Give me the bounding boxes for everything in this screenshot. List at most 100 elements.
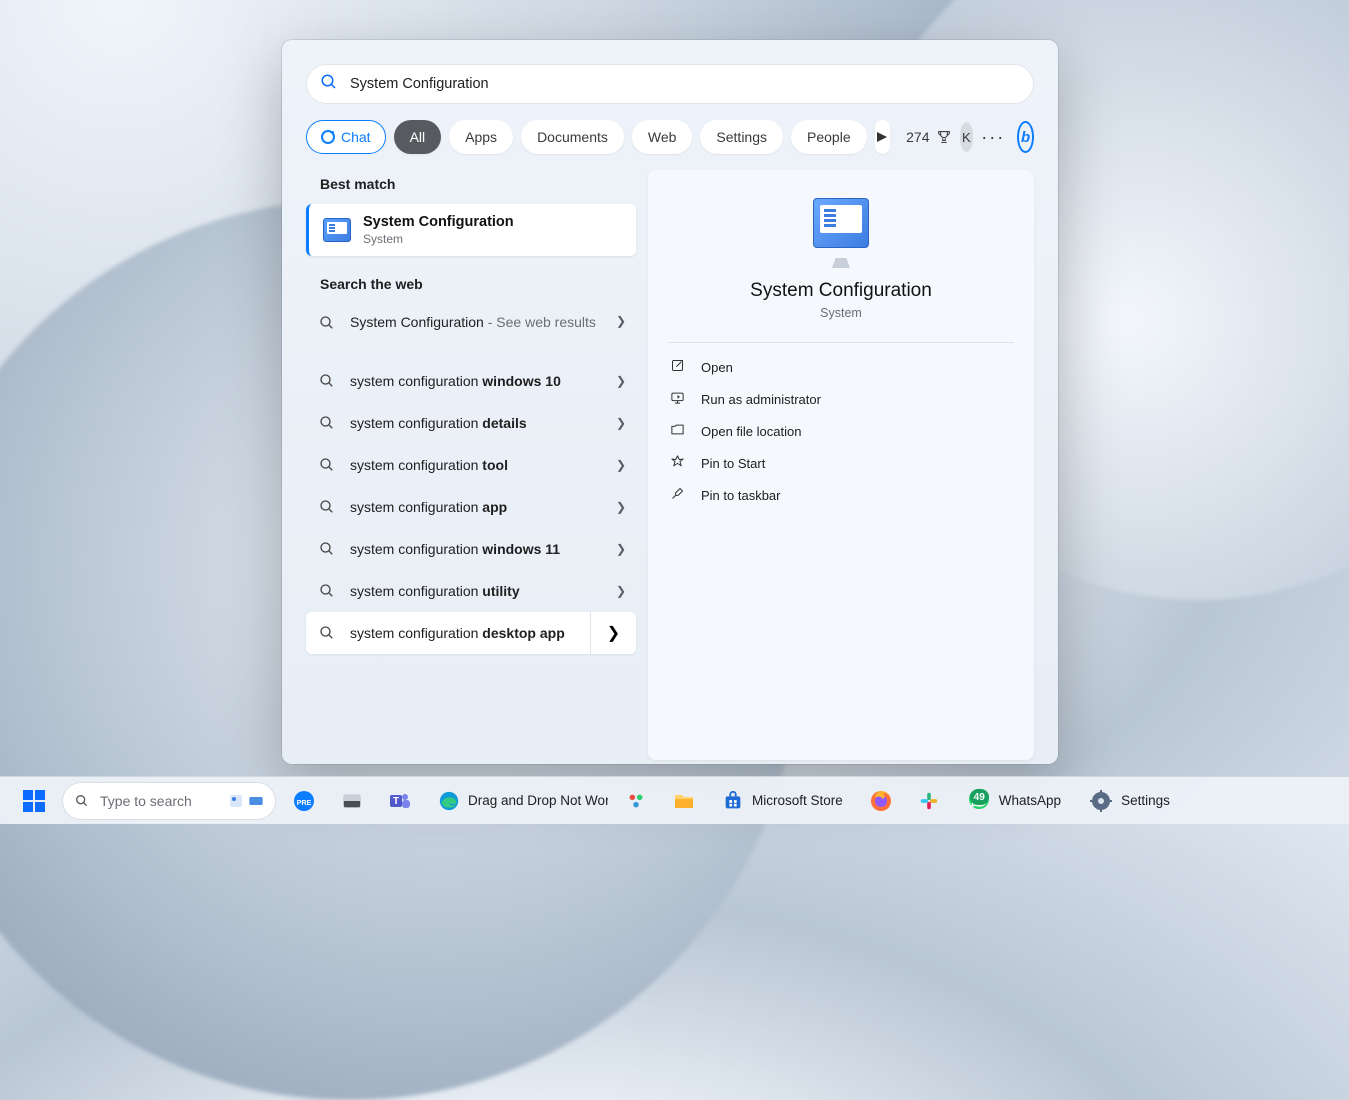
filter-tab-all[interactable]: All bbox=[394, 120, 442, 154]
action-label: Pin to Start bbox=[701, 456, 765, 471]
filter-tab-settings[interactable]: Settings bbox=[700, 120, 783, 154]
chat-pill[interactable]: Chat bbox=[306, 120, 386, 154]
web-result-label: system configuration utility bbox=[350, 583, 624, 599]
preview-action-pin-to-taskbar[interactable]: Pin to taskbar bbox=[668, 479, 1014, 511]
web-result[interactable]: system configuration desktop app❯ bbox=[306, 612, 636, 654]
taskbar-app-copilot[interactable]: PRE bbox=[284, 781, 324, 821]
chevron-right-icon: ❯ bbox=[616, 584, 626, 598]
web-result[interactable]: system configuration app❯ bbox=[306, 486, 636, 528]
taskbar-app-teams[interactable]: T bbox=[380, 781, 420, 821]
start-button[interactable] bbox=[14, 781, 54, 821]
best-match-item[interactable]: System Configuration System bbox=[306, 204, 636, 256]
taskbar-search-placeholder: Type to search bbox=[100, 793, 192, 809]
rewards-value: 274 bbox=[906, 129, 929, 145]
taskbar-app-explorer[interactable] bbox=[664, 781, 704, 821]
action-label: Pin to taskbar bbox=[701, 488, 781, 503]
taskbar-edge-title: Drag and Drop Not Wor bbox=[468, 793, 608, 808]
web-result-label: system configuration windows 10 bbox=[350, 373, 624, 389]
web-result-label: system configuration details bbox=[350, 415, 624, 431]
action-icon bbox=[670, 454, 685, 472]
preview-panel: System Configuration System Open Run as a… bbox=[648, 170, 1034, 760]
taskbar-app-firefox[interactable] bbox=[861, 781, 901, 821]
web-result-label: system configuration tool bbox=[350, 457, 624, 473]
search-web-heading: Search the web bbox=[306, 270, 636, 304]
filter-row: Chat AllAppsDocumentsWebSettingsPeople 2… bbox=[306, 120, 1034, 154]
more-icon[interactable]: ··· bbox=[981, 127, 1005, 148]
taskbar-settings-title: Settings bbox=[1121, 793, 1170, 808]
web-result[interactable]: system configuration details❯ bbox=[306, 402, 636, 444]
chevron-right-icon: ❯ bbox=[616, 416, 626, 430]
filter-tab-apps[interactable]: Apps bbox=[449, 120, 513, 154]
search-icon bbox=[318, 372, 336, 390]
edge-icon bbox=[438, 790, 460, 812]
search-icon bbox=[320, 73, 338, 96]
preview-action-run-as-administrator[interactable]: Run as administrator bbox=[668, 383, 1014, 415]
avatar-initial: K bbox=[962, 130, 971, 145]
search-icon bbox=[318, 456, 336, 474]
chevron-right-icon[interactable]: ❯ bbox=[590, 612, 636, 654]
bing-icon[interactable]: b bbox=[1017, 121, 1034, 153]
divider bbox=[668, 342, 1014, 343]
trophy-icon bbox=[936, 129, 952, 145]
web-result-label: system configuration app bbox=[350, 499, 624, 515]
rewards-points[interactable]: 274 bbox=[906, 129, 951, 145]
taskbar-app-whatsapp[interactable]: 49 WhatsApp bbox=[957, 781, 1071, 821]
web-result[interactable]: system configuration utility❯ bbox=[306, 570, 636, 612]
best-match-subtitle: System bbox=[363, 232, 514, 246]
action-label: Run as administrator bbox=[701, 392, 821, 407]
taskbar-app-slack[interactable] bbox=[909, 781, 949, 821]
chevron-right-icon: ❯ bbox=[616, 500, 626, 514]
filter-tab-documents[interactable]: Documents bbox=[521, 120, 624, 154]
taskbar-search[interactable]: Type to search bbox=[62, 782, 276, 820]
web-result-label: system configuration windows 11 bbox=[350, 541, 624, 557]
filter-tab-people[interactable]: People bbox=[791, 120, 867, 154]
search-input[interactable] bbox=[350, 76, 1020, 92]
preview-app-icon bbox=[813, 198, 869, 248]
action-icon bbox=[670, 390, 685, 408]
account-avatar[interactable]: K bbox=[960, 122, 974, 152]
msconfig-icon bbox=[323, 218, 351, 242]
chat-label: Chat bbox=[341, 129, 371, 145]
preview-action-open[interactable]: Open bbox=[668, 351, 1014, 383]
action-label: Open bbox=[701, 360, 733, 375]
taskbar-app-taskview[interactable] bbox=[332, 781, 372, 821]
preview-action-open-file-location[interactable]: Open file location bbox=[668, 415, 1014, 447]
web-result[interactable]: system configuration tool❯ bbox=[306, 444, 636, 486]
search-highlight-icon bbox=[228, 793, 264, 809]
svg-text:T: T bbox=[393, 796, 399, 807]
taskbar-app-edge[interactable]: Drag and Drop Not Wor bbox=[428, 781, 608, 821]
preview-subtitle: System bbox=[668, 306, 1014, 320]
store-icon bbox=[722, 790, 744, 812]
web-result-label: system configuration desktop app bbox=[350, 625, 624, 641]
preview-action-pin-to-start[interactable]: Pin to Start bbox=[668, 447, 1014, 479]
filter-tab-web[interactable]: Web bbox=[632, 120, 693, 154]
svg-text:PRE: PRE bbox=[297, 800, 312, 807]
results-column: Best match System Configuration System S… bbox=[306, 170, 636, 760]
taskbar-app-settings[interactable]: Settings bbox=[1079, 781, 1180, 821]
gear-icon bbox=[1089, 789, 1113, 813]
search-icon bbox=[318, 314, 336, 332]
search-icon bbox=[74, 793, 90, 809]
search-icon bbox=[318, 498, 336, 516]
bing-chat-icon bbox=[321, 130, 335, 144]
web-result-see-results[interactable]: System Configuration - See web results ❯ bbox=[306, 304, 636, 360]
best-match-heading: Best match bbox=[306, 170, 636, 204]
chevron-right-icon: ❯ bbox=[616, 374, 626, 388]
taskbar-app-store[interactable]: Microsoft Store bbox=[712, 781, 853, 821]
web-result-label: System Configuration - See web results bbox=[350, 314, 624, 330]
preview-title: System Configuration bbox=[668, 280, 1014, 302]
chevron-right-icon: ❯ bbox=[616, 458, 626, 472]
taskbar-whatsapp-title: WhatsApp bbox=[999, 793, 1061, 808]
web-result[interactable]: system configuration windows 10❯ bbox=[306, 360, 636, 402]
taskbar-store-title: Microsoft Store bbox=[752, 793, 843, 808]
taskbar-app-generic1[interactable] bbox=[616, 781, 656, 821]
web-result[interactable]: system configuration windows 11❯ bbox=[306, 528, 636, 570]
action-icon bbox=[670, 358, 685, 376]
filter-more-arrow[interactable] bbox=[875, 120, 891, 154]
search-box[interactable] bbox=[306, 64, 1034, 104]
best-match-title: System Configuration bbox=[363, 214, 514, 230]
chevron-right-icon: ❯ bbox=[616, 314, 626, 328]
search-icon bbox=[318, 540, 336, 558]
action-icon bbox=[670, 486, 685, 504]
search-icon bbox=[318, 624, 336, 642]
